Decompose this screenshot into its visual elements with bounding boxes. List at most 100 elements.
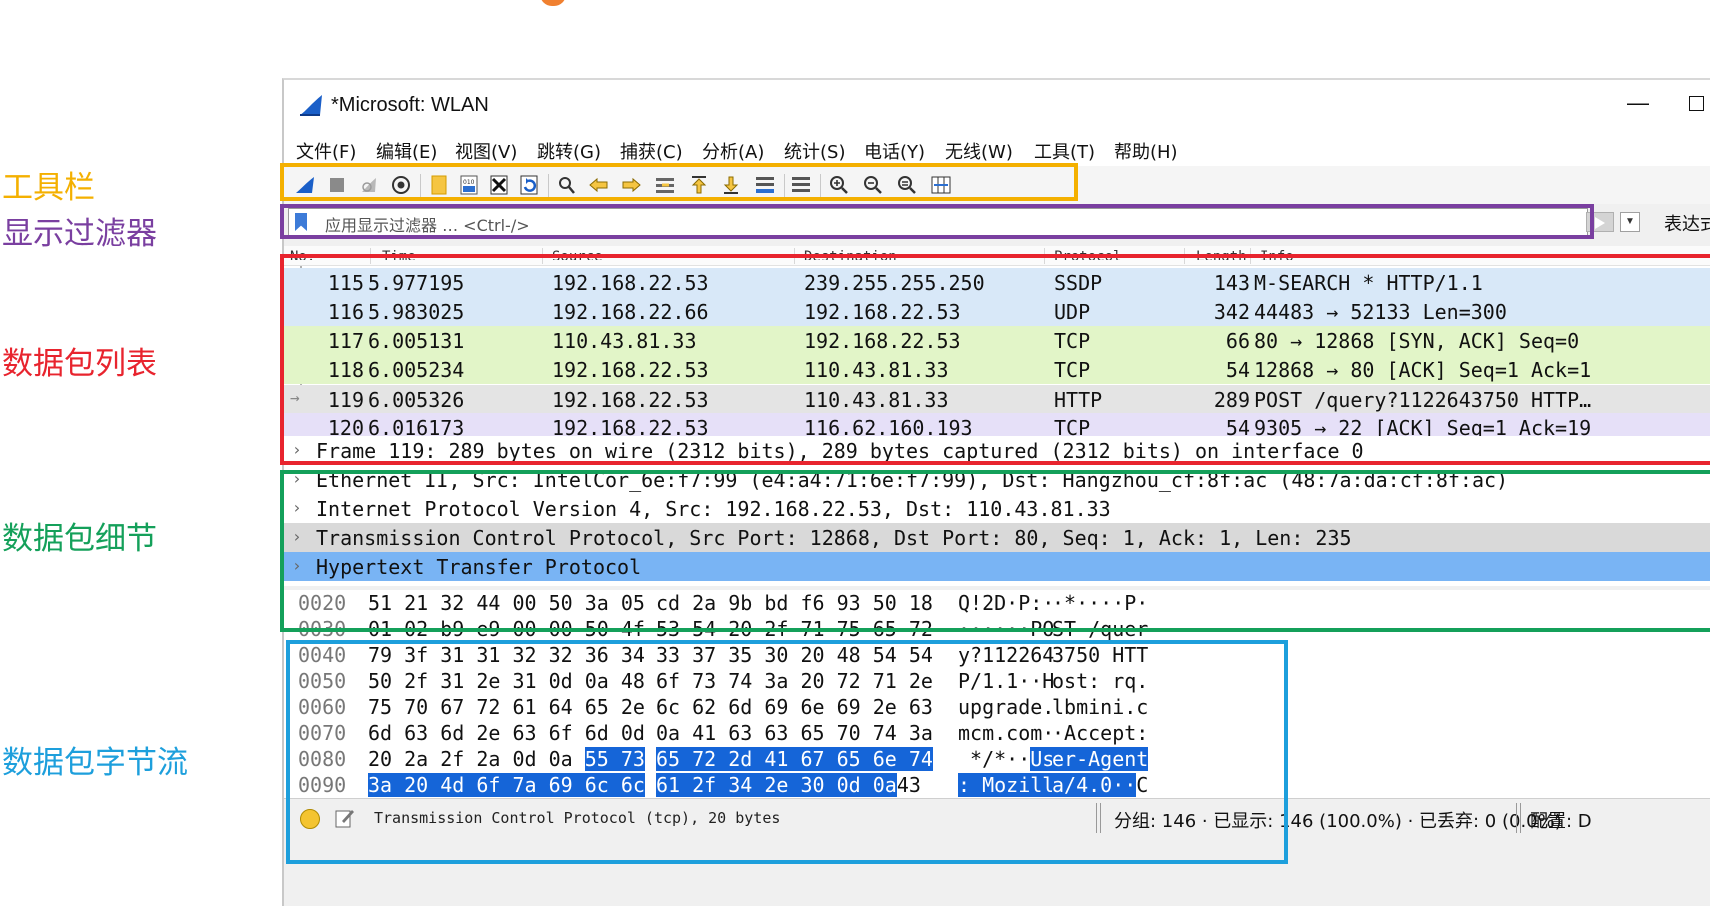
column-header-source[interactable]: Source — [552, 246, 603, 260]
bytes-ascii-group: ······PO — [958, 617, 1054, 641]
edit-comment-icon[interactable] — [334, 807, 356, 829]
bytes-hex-group: 53 54 20 2f 71 75 65 72 — [656, 617, 933, 641]
column-divider[interactable] — [1044, 248, 1045, 264]
bytes-row[interactable]: 0030 01 02 b9 e9 00 00 50 4f 53 54 20 2f 7… — [284, 616, 1710, 642]
packet-row[interactable]: 116 5.983025 192.168.22.66 192.168.22.53 UDP… — [284, 297, 1710, 326]
capture-options-icon[interactable] — [390, 174, 412, 196]
toolbar-separator — [548, 174, 549, 198]
bytes-row[interactable]: 0050 50 2f 31 2e 31 0d 0a 48 6f 73 74 3a 2… — [284, 668, 1710, 694]
menu-analyze[interactable]: 分析(A) — [702, 138, 764, 164]
bytes-hex-group-tail: 43 — [896, 773, 921, 797]
column-header-length[interactable]: Length — [1196, 246, 1247, 260]
zoom-out-icon[interactable] — [862, 174, 884, 196]
menu-statistics[interactable]: 统计(S) — [784, 138, 845, 164]
bytes-row[interactable]: 0090 3a 20 4d 6f 7a 69 6c 6c 61 2f 34 2e 3… — [284, 772, 1710, 798]
menu-view[interactable]: 视图(V) — [455, 138, 517, 164]
expression-button[interactable]: 表达式 — [1664, 210, 1710, 236]
filter-dropdown-button[interactable]: ▼ — [1620, 212, 1640, 232]
expand-chevron-icon[interactable]: › — [292, 556, 302, 575]
detail-tree-item[interactable]: › Hypertext Transfer Protocol — [284, 552, 1710, 581]
go-forward-icon[interactable] — [620, 174, 642, 196]
packet-row[interactable]: 118 6.005234 192.168.22.53 110.43.81.33 TCP 5… — [284, 355, 1710, 384]
restart-icon[interactable] — [358, 174, 380, 196]
column-header-time[interactable]: Time — [382, 246, 416, 260]
bytes-ascii-group-text: P/1.1··H — [958, 669, 1055, 693]
bytes-hex-group-text: 6c 62 6d 69 6e 69 2e 63 — [656, 695, 933, 719]
resize-columns-icon[interactable] — [930, 174, 952, 196]
column-divider[interactable] — [1184, 248, 1185, 264]
bytes-ascii-group: Q!2D·P:· — [958, 591, 1054, 615]
packet-info: 12868 → 80 [ACK] Seq=1 Ack=1 — [1254, 358, 1592, 382]
first-packet-icon[interactable] — [688, 174, 710, 196]
display-filter-input[interactable]: 应用显示过滤器 … <Ctrl-/> — [288, 208, 1588, 236]
menu-go[interactable]: 跳转(G) — [537, 138, 601, 164]
column-header-no[interactable]: No. — [290, 246, 315, 260]
autoscroll-icon[interactable] — [754, 174, 776, 196]
detail-tree-item[interactable]: › Ethernet II, Src: IntelCor_6e:f7:99 (e4… — [284, 465, 1710, 494]
column-header-destination[interactable]: Destination — [804, 246, 897, 260]
packet-info: M-SEARCH * HTTP/1.1 — [1254, 271, 1483, 295]
packet-time: 6.005234 — [368, 358, 465, 382]
stop-icon[interactable] — [326, 174, 348, 196]
detail-tree-item[interactable]: › Frame 119: 289 bytes on wire (2312 bits… — [284, 436, 1710, 465]
bytes-offset: 0060 — [298, 695, 347, 719]
bytes-offset: 0040 — [298, 643, 347, 667]
menu-file[interactable]: 文件(F) — [296, 138, 356, 164]
bytes-hex-group: 20 2a 2f 2a 0d 0a 55 73 — [368, 747, 645, 771]
close-file-icon[interactable] — [488, 174, 510, 196]
bytes-row[interactable]: 0060 75 70 67 72 61 64 65 2e 6c 62 6d 69 6… — [284, 694, 1710, 720]
find-icon[interactable] — [556, 174, 578, 196]
expand-chevron-icon[interactable]: › — [292, 440, 302, 459]
column-divider[interactable] — [370, 248, 371, 264]
open-file-icon[interactable] — [428, 174, 450, 196]
packet-row[interactable]: → 119 6.005326 192.168.22.53 110.43.81.33 HTT… — [284, 385, 1710, 414]
last-packet-icon[interactable] — [720, 174, 742, 196]
column-divider[interactable] — [542, 248, 543, 264]
expert-info-icon[interactable] — [300, 809, 320, 829]
minimize-button[interactable]: — — [1618, 84, 1658, 122]
status-field-info: Transmission Control Protocol (tcp), 20 … — [374, 809, 781, 827]
zoom-in-icon[interactable] — [828, 174, 850, 196]
packet-time: 5.977195 — [368, 271, 465, 295]
packet-row[interactable]: 115 5.977195 192.168.22.53 239.255.255.250 S… — [284, 268, 1710, 297]
expand-chevron-icon[interactable]: › — [292, 498, 302, 517]
expand-chevron-icon[interactable]: › — [292, 527, 302, 546]
bytes-hex-group: 65 72 2d 41 67 65 6e 74 — [656, 747, 933, 771]
shark-fin-start-icon[interactable] — [294, 174, 316, 196]
packet-row[interactable]: 117 6.005131 110.43.81.33 192.168.22.53 TCP 6… — [284, 326, 1710, 355]
go-to-packet-icon[interactable] — [654, 174, 676, 196]
bookmark-icon[interactable] — [295, 213, 307, 231]
detail-tree-item[interactable]: › Transmission Control Protocol, Src Port… — [284, 523, 1710, 552]
column-divider[interactable] — [794, 248, 795, 264]
reload-icon[interactable] — [518, 174, 540, 196]
menu-edit[interactable]: 编辑(E) — [376, 138, 437, 164]
menu-telephony[interactable]: 电话(Y) — [864, 138, 925, 164]
menu-help[interactable]: 帮助(H) — [1114, 138, 1178, 164]
menu-wireless[interactable]: 无线(W) — [945, 138, 1013, 164]
bytes-hex-group-text: 0a 41 63 63 65 70 74 3a — [656, 721, 933, 745]
bytes-ascii-group: upgrade. — [958, 695, 1054, 719]
bytes-row[interactable]: 0070 6d 63 6d 2e 63 6f 6d 0d 0a 41 63 63 6… — [284, 720, 1710, 746]
column-divider[interactable] — [1250, 248, 1251, 264]
column-header-protocol[interactable]: Protocol — [1054, 246, 1121, 260]
detail-tree-item[interactable]: › Internet Protocol Version 4, Src: 192.1… — [284, 494, 1710, 523]
column-header-info[interactable]: Info — [1260, 246, 1294, 260]
colorize-icon[interactable] — [790, 174, 812, 196]
bytes-ascii-group: ·*····P· — [1052, 591, 1148, 615]
expand-chevron-icon[interactable]: › — [292, 469, 302, 488]
maximize-button[interactable] — [1676, 84, 1710, 122]
bytes-row[interactable]: 0020 51 21 32 44 00 50 3a 05 cd 2a 9b bd f… — [284, 590, 1710, 616]
bytes-row[interactable]: 0040 79 3f 31 31 32 32 36 34 33 37 35 30 2… — [284, 642, 1710, 668]
bytes-row[interactable]: 0080 20 2a 2f 2a 0d 0a 55 73 65 72 2d 41 6… — [284, 746, 1710, 772]
go-back-icon[interactable] — [588, 174, 610, 196]
packet-time: 6.005326 — [368, 388, 465, 412]
menu-capture[interactable]: 捕获(C) — [620, 138, 683, 164]
packet-destination: 192.168.22.53 — [804, 329, 961, 353]
menu-tools[interactable]: 工具(T) — [1034, 138, 1095, 164]
save-file-icon[interactable]: 010 — [458, 174, 480, 196]
bytes-hex-group-selected: 3a 20 4d 6f 7a 69 6c 6c — [368, 773, 645, 797]
zoom-normal-icon[interactable] — [896, 174, 918, 196]
status-profile[interactable]: 配置: D — [1530, 807, 1592, 833]
bytes-ascii-group: */*··Us — [958, 747, 1055, 771]
apply-filter-button[interactable] — [1586, 212, 1614, 232]
